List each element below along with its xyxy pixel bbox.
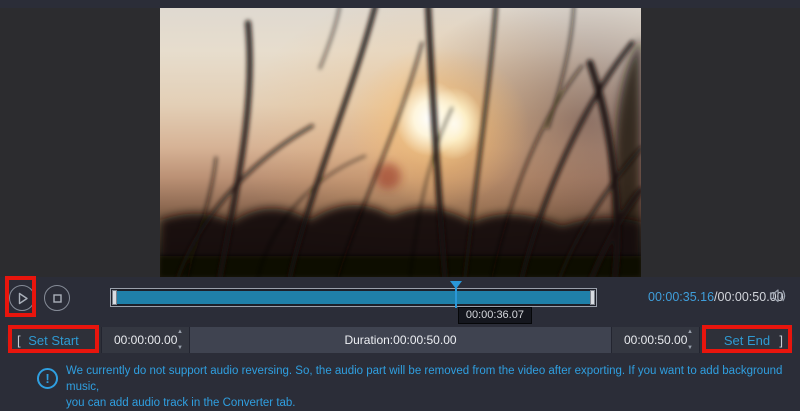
grass-silhouette-overlay (160, 8, 641, 277)
notice-line2: you can add audio track in the Converter… (66, 395, 786, 411)
notice-text: We currently do not support audio revers… (66, 363, 786, 411)
timeline-selected-range[interactable] (117, 291, 590, 304)
start-time-spinner: ▲ ▼ (177, 329, 183, 351)
trim-start-handle[interactable] (112, 290, 117, 305)
play-icon (11, 287, 34, 310)
set-start-label: Set Start (28, 333, 79, 348)
duration-display: Duration:00:00:50.00 (189, 327, 611, 353)
end-time-input[interactable]: 00:00:50.00 ▲ ▼ (611, 327, 699, 353)
volume-icon[interactable] (769, 287, 789, 305)
set-end-label: Set End (724, 333, 770, 348)
start-time-spinner-down[interactable]: ▼ (177, 345, 183, 351)
notice-line1: We currently do not support audio revers… (66, 363, 786, 395)
time-display: 00:00:35.16/00:00:50.00 (648, 290, 784, 304)
start-bracket-icon: [ (17, 333, 21, 348)
start-time-spinner-up[interactable]: ▲ (177, 329, 183, 335)
start-time-value: 00:00:00.00 (114, 333, 177, 347)
trim-bar: [ Set Start 00:00:00.00 ▲ ▼ Duration:00:… (6, 327, 794, 353)
start-time-input[interactable]: 00:00:00.00 ▲ ▼ (101, 327, 189, 353)
end-time-value: 00:00:50.00 (624, 333, 687, 347)
set-start-button[interactable]: [ Set Start (6, 327, 101, 353)
playhead-tooltip: 00:00:36.07 (458, 307, 532, 324)
info-icon: ! (37, 368, 58, 389)
end-time-spinner-up[interactable]: ▲ (687, 329, 693, 335)
stop-button[interactable] (44, 285, 70, 311)
end-time-spinner-down[interactable]: ▼ (687, 345, 693, 351)
end-bracket-icon: ] (779, 333, 783, 348)
set-end-button[interactable]: Set End ] (699, 327, 794, 353)
play-button[interactable] (9, 285, 35, 311)
video-player-area (0, 8, 800, 277)
playhead[interactable] (455, 283, 457, 308)
stop-icon (46, 287, 69, 310)
app-window: 00:00:36.07 00:00:35.16/00:00:50.00 [ Se… (0, 0, 800, 405)
timeline-slider[interactable]: 00:00:36.07 (110, 288, 597, 307)
current-time: 00:00:35.16 (648, 290, 714, 304)
trim-end-handle[interactable] (590, 290, 595, 305)
video-preview (160, 8, 641, 277)
end-time-spinner: ▲ ▼ (687, 329, 693, 351)
